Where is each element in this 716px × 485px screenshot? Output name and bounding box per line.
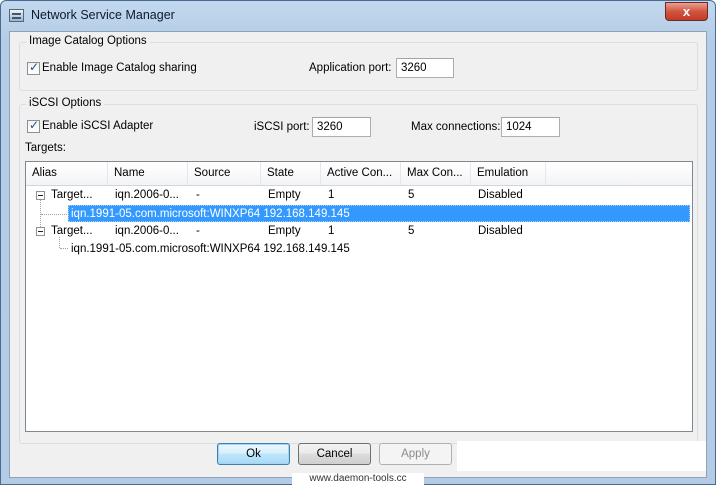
column-header-emulation[interactable]: Emulation bbox=[471, 162, 546, 185]
column-header-max-connections[interactable]: Max Con... bbox=[401, 162, 471, 185]
iscsi-port-field[interactable]: 3260 bbox=[312, 117, 371, 137]
close-button[interactable]: x bbox=[665, 2, 708, 21]
initiator-name: iqn.1991-05.com.microsoft:WINXP64 192.16… bbox=[71, 243, 350, 255]
enable-image-catalog-checkbox[interactable] bbox=[27, 60, 40, 75]
target-max-connections: 5 bbox=[408, 189, 415, 201]
column-header-source[interactable]: Source bbox=[188, 162, 261, 185]
initiator-name: iqn.1991-05.com.microsoft:WINXP64 192.16… bbox=[71, 208, 350, 220]
target-active-connections: 1 bbox=[328, 189, 335, 201]
target-active-connections: 1 bbox=[328, 225, 335, 237]
collapse-toggle-icon[interactable] bbox=[36, 191, 45, 200]
target-initiator-row[interactable]: iqn.1991-05.com.microsoft:WINXP64 192.16… bbox=[26, 205, 692, 223]
network-service-manager-window: Network Service Manager x Image Catalog … bbox=[0, 0, 716, 485]
target-alias: Target... bbox=[51, 189, 93, 201]
target-name: iqn.2006-0... bbox=[115, 225, 179, 237]
target-row[interactable]: Target... iqn.2006-0... - Empty 1 5 Disa… bbox=[26, 186, 692, 204]
column-header-alias[interactable]: Alias bbox=[26, 162, 108, 185]
targets-list-view[interactable]: Alias Name Source State Active Con... Ma… bbox=[25, 161, 693, 432]
target-state: Empty bbox=[268, 189, 301, 201]
apply-button[interactable]: Apply bbox=[379, 443, 452, 465]
dialog-client-area: Image Catalog Options Enable Image Catal… bbox=[9, 31, 707, 478]
cancel-button[interactable]: Cancel bbox=[298, 443, 371, 465]
iscsi-options-legend: iSCSI Options bbox=[26, 97, 105, 109]
watermark-text: www.daemon-tools.cc bbox=[292, 473, 424, 485]
ok-button[interactable]: Ok bbox=[217, 443, 290, 465]
target-state: Empty bbox=[268, 225, 301, 237]
enable-iscsi-label: Enable iSCSI Adapter bbox=[42, 120, 154, 132]
column-header-name[interactable]: Name bbox=[108, 162, 188, 185]
column-header-state[interactable]: State bbox=[261, 162, 321, 185]
window-title: Network Service Manager bbox=[31, 8, 175, 22]
target-emulation: Disabled bbox=[478, 189, 523, 201]
collapse-toggle-icon[interactable] bbox=[36, 227, 45, 236]
application-port-field[interactable]: 3260 bbox=[396, 58, 454, 78]
enable-iscsi-checkbox[interactable] bbox=[27, 118, 40, 133]
column-header-active-connections[interactable]: Active Con... bbox=[321, 162, 401, 185]
blank-area bbox=[457, 441, 706, 471]
target-row[interactable]: Target... iqn.2006-0... - Empty 1 5 Disa… bbox=[26, 222, 692, 240]
max-connections-label: Max connections: bbox=[411, 121, 501, 133]
image-catalog-legend: Image Catalog Options bbox=[26, 35, 150, 47]
network-app-icon bbox=[9, 9, 24, 22]
target-max-connections: 5 bbox=[408, 225, 415, 237]
targets-list-header: Alias Name Source State Active Con... Ma… bbox=[26, 162, 692, 186]
max-connections-field[interactable]: 1024 bbox=[501, 117, 560, 137]
target-emulation: Disabled bbox=[478, 225, 523, 237]
enable-image-catalog-label: Enable Image Catalog sharing bbox=[42, 62, 197, 74]
iscsi-port-label: iSCSI port: bbox=[254, 121, 310, 133]
title-bar[interactable]: Network Service Manager x bbox=[1, 1, 715, 31]
application-port-label: Application port: bbox=[309, 62, 392, 74]
targets-label: Targets: bbox=[25, 142, 66, 154]
target-initiator-row[interactable]: iqn.1991-05.com.microsoft:WINXP64 192.16… bbox=[26, 240, 692, 258]
target-source: - bbox=[196, 189, 200, 201]
target-name: iqn.2006-0... bbox=[115, 189, 179, 201]
target-alias: Target... bbox=[51, 225, 93, 237]
target-source: - bbox=[196, 225, 200, 237]
